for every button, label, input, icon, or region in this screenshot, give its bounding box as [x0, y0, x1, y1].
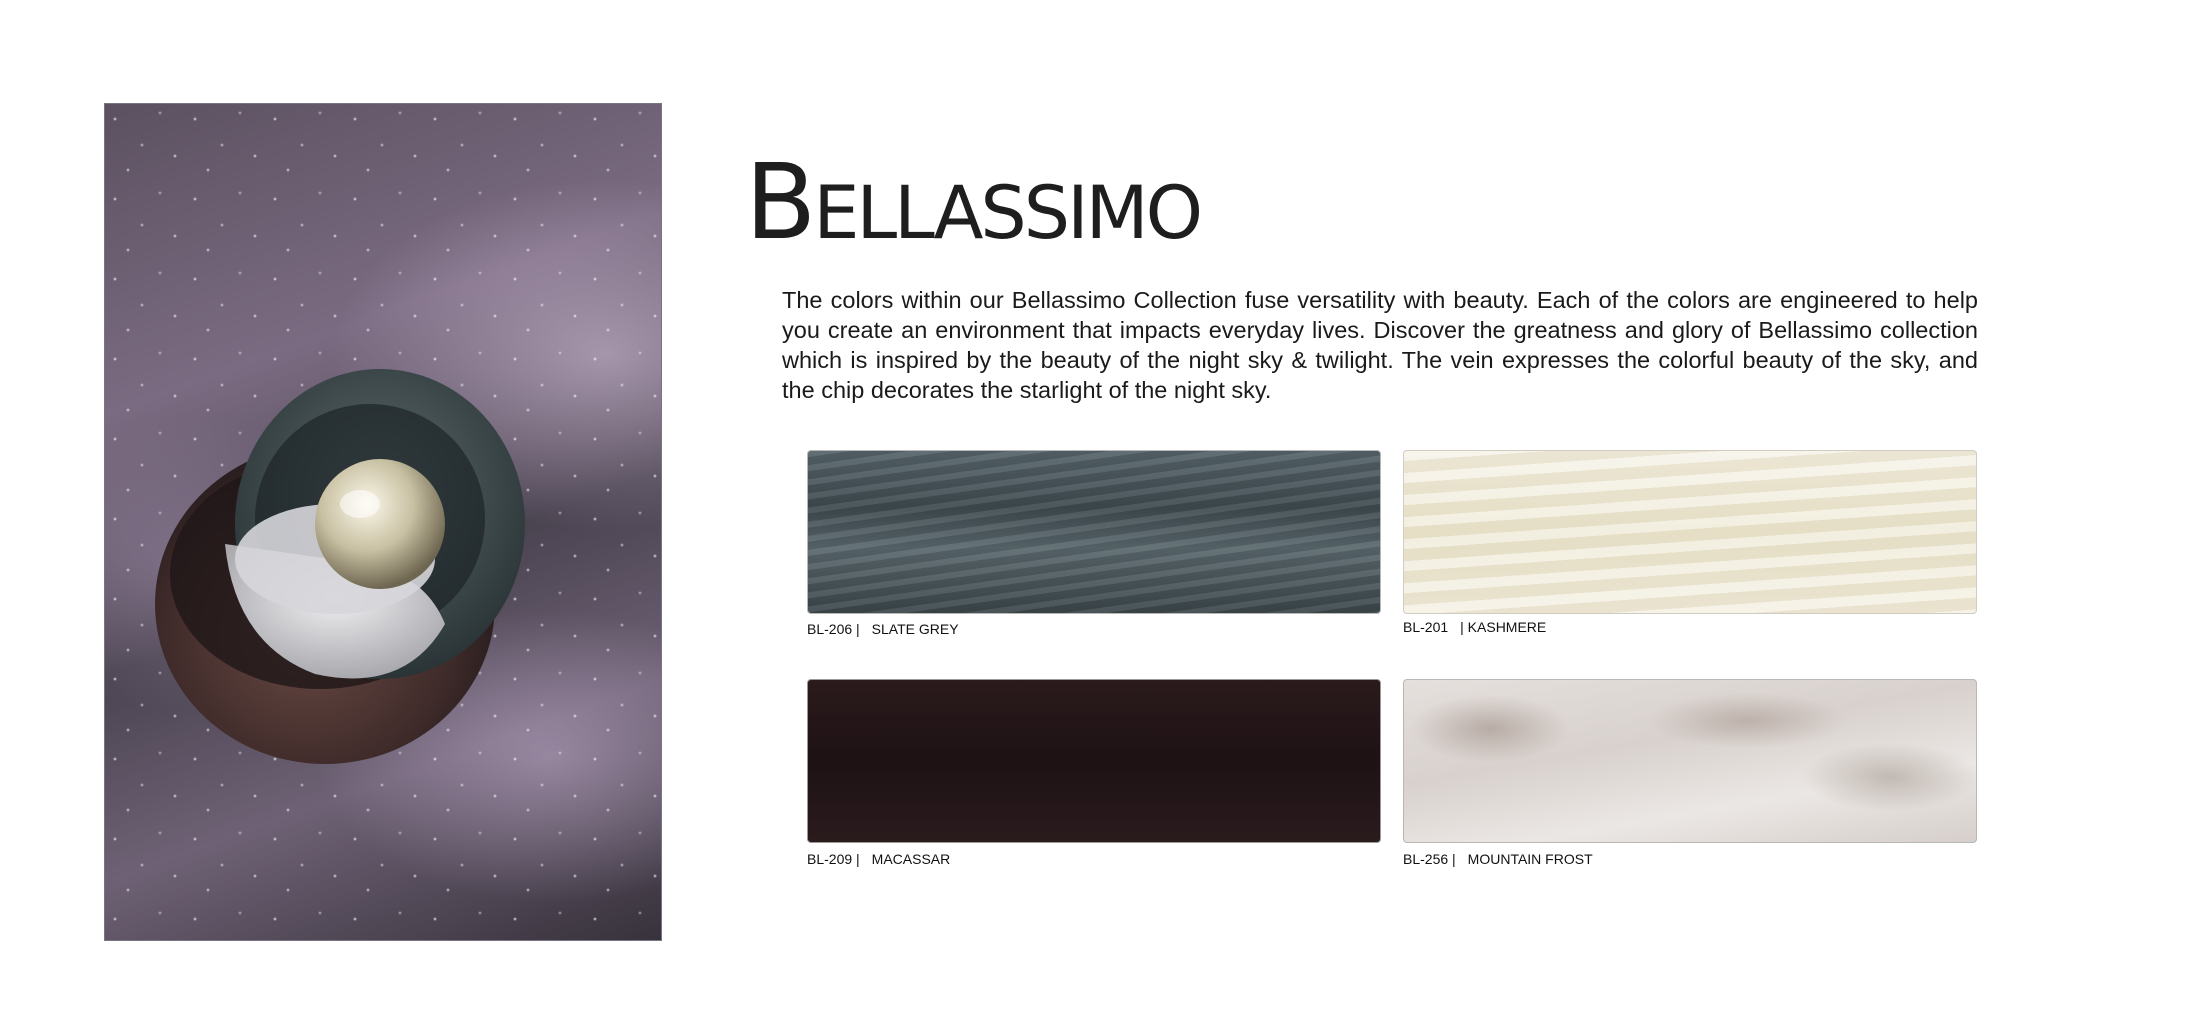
swatch-name: SLATE GREY — [871, 621, 959, 637]
swatch-slate-grey — [807, 450, 1381, 614]
swatch-caption: BL-201 | KASHMERE — [1403, 619, 1546, 635]
page-title: Bellassimo — [745, 141, 1203, 263]
hero-image — [104, 103, 662, 941]
swatch-name: MOUNTAIN FROST — [1467, 851, 1593, 867]
swatch-kashmere — [1403, 450, 1977, 614]
swatch-code: BL-256 | — [1403, 851, 1456, 867]
swatch-macassar — [807, 679, 1381, 843]
swatch-code: BL-209 | — [807, 851, 860, 867]
swatch-name: | KASHMERE — [1460, 619, 1547, 635]
stone-orb-illustration — [155, 369, 525, 764]
collection-description: The colors within our Bellassimo Collect… — [782, 287, 1978, 403]
swatch-code: BL-201 — [1403, 619, 1449, 635]
swatch-name: MACASSAR — [871, 851, 951, 867]
swatch-caption: BL-256 | MOUNTAIN FROST — [1403, 851, 1593, 867]
swatch-caption: BL-206 | SLATE GREY — [807, 621, 959, 637]
swatch-code: BL-206 | — [807, 621, 860, 637]
pearl-core — [315, 459, 445, 589]
swatch-mountain-frost — [1403, 679, 1977, 843]
swatch-caption: BL-209 | MACASSAR — [807, 851, 950, 867]
